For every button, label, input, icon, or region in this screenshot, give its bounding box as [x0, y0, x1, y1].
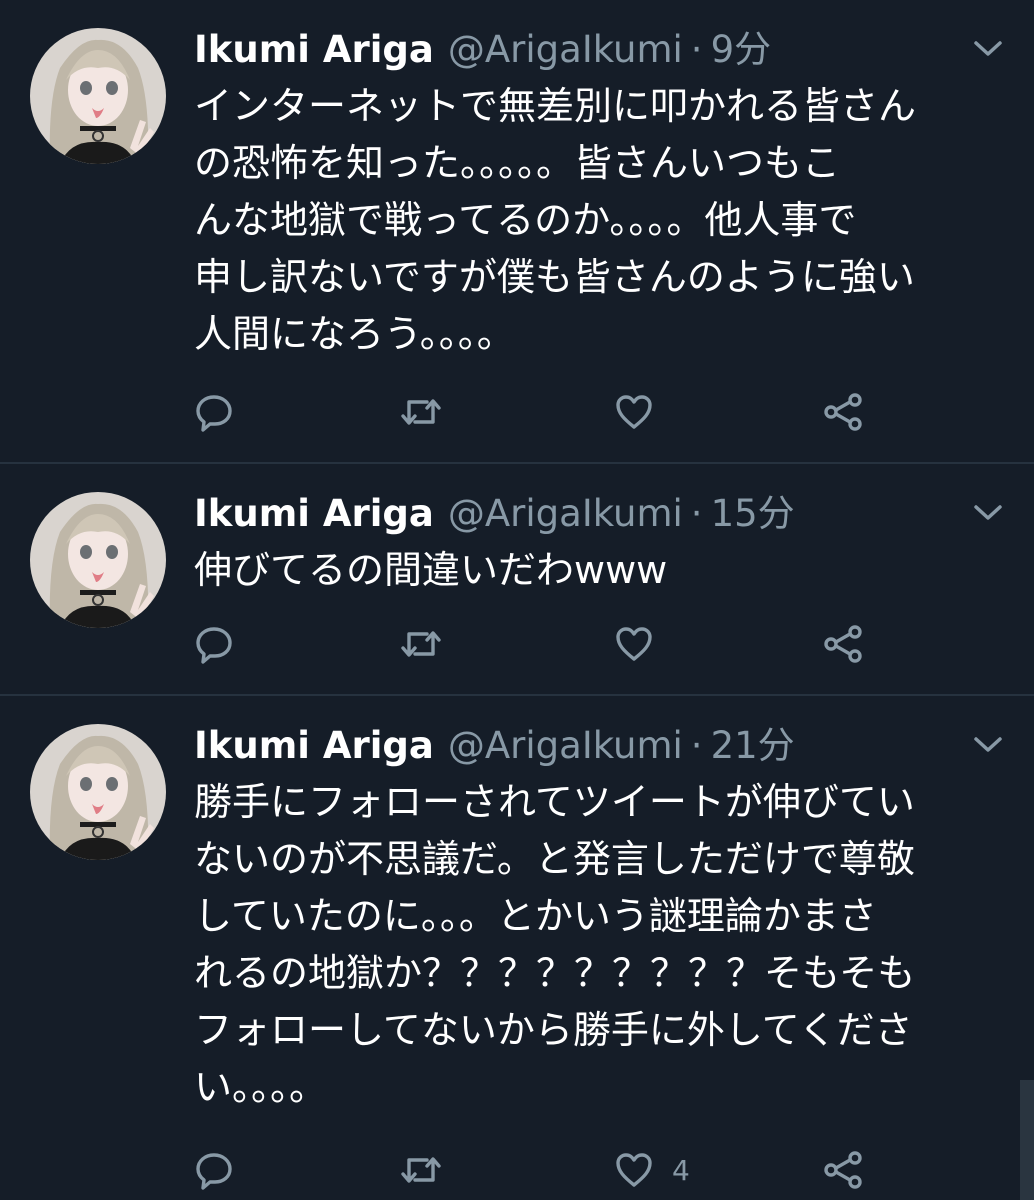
tweet[interactable]: Ikumi Ariga @ArigaIkumi · 21分 勝手にフォローされて…: [0, 696, 1034, 1200]
user-handle[interactable]: @ArigaIkumi: [448, 492, 683, 536]
reply-button[interactable]: [194, 390, 234, 434]
user-handle[interactable]: @ArigaIkumi: [448, 724, 683, 768]
reply-button[interactable]: [194, 622, 234, 666]
avatar[interactable]: [30, 724, 166, 860]
share-icon: [822, 392, 864, 432]
heart-icon: [614, 624, 654, 664]
tweet-actions: 4: [194, 1148, 894, 1192]
tweet-actions: [194, 390, 894, 434]
tweet-text: 伸びてるの間違いだわwww: [194, 548, 668, 592]
timestamp[interactable]: 21分: [711, 724, 795, 768]
share-button[interactable]: [822, 622, 864, 666]
like-count: 4: [672, 1153, 690, 1187]
retweet-button[interactable]: [399, 622, 443, 666]
chevron-down-icon[interactable]: [972, 734, 1004, 756]
like-button[interactable]: 4: [614, 1148, 690, 1192]
retweet-button[interactable]: [399, 390, 443, 434]
tweet-actions: [194, 622, 894, 666]
timestamp[interactable]: 9分: [711, 28, 772, 72]
reply-icon: [194, 624, 234, 664]
display-name[interactable]: Ikumi Ariga: [194, 28, 434, 72]
retweet-icon: [399, 392, 443, 432]
separator: ·: [690, 28, 703, 71]
scrollbar[interactable]: [1020, 1080, 1034, 1200]
avatar[interactable]: [30, 28, 166, 164]
tweet[interactable]: Ikumi Ariga @ArigaIkumi · 15分 伸びてるの間違いだわ…: [0, 464, 1034, 695]
chevron-down-icon[interactable]: [972, 38, 1004, 60]
display-name[interactable]: Ikumi Ariga: [194, 492, 434, 536]
heart-icon: [614, 1150, 654, 1190]
tweet-text: 勝手にフォローされてツイートが伸びてい ないのが不思議だ。と発言しただけで尊敬 …: [194, 780, 916, 1109]
avatar[interactable]: [30, 492, 166, 628]
timeline: Ikumi Ariga @ArigaIkumi · 9分 インターネットで無差別…: [0, 0, 1034, 1200]
chevron-down-icon[interactable]: [972, 502, 1004, 524]
timestamp[interactable]: 15分: [711, 492, 795, 536]
display-name[interactable]: Ikumi Ariga: [194, 724, 434, 768]
retweet-button[interactable]: [399, 1148, 443, 1192]
reply-icon: [194, 392, 234, 432]
like-button[interactable]: [614, 390, 672, 434]
retweet-icon: [399, 624, 443, 664]
share-icon: [822, 1150, 864, 1190]
tweet[interactable]: Ikumi Ariga @ArigaIkumi · 9分 インターネットで無差別…: [0, 0, 1034, 463]
tweet-text: インターネットで無差別に叩かれる皆さん の恐怖を知った。。。。。皆さんいつもこ …: [194, 84, 917, 356]
tweet-header: Ikumi Ariga @ArigaIkumi · 9分: [194, 28, 771, 72]
share-icon: [822, 624, 864, 664]
heart-icon: [614, 392, 654, 432]
like-button[interactable]: [614, 622, 672, 666]
separator: ·: [690, 724, 703, 767]
user-handle[interactable]: @ArigaIkumi: [448, 28, 683, 72]
reply-button[interactable]: [194, 1148, 234, 1192]
tweet-header: Ikumi Ariga @ArigaIkumi · 21分: [194, 724, 795, 768]
separator: ·: [690, 492, 703, 535]
tweet-header: Ikumi Ariga @ArigaIkumi · 15分: [194, 492, 795, 536]
share-button[interactable]: [822, 1148, 864, 1192]
reply-icon: [194, 1150, 234, 1190]
share-button[interactable]: [822, 390, 864, 434]
retweet-icon: [399, 1150, 443, 1190]
